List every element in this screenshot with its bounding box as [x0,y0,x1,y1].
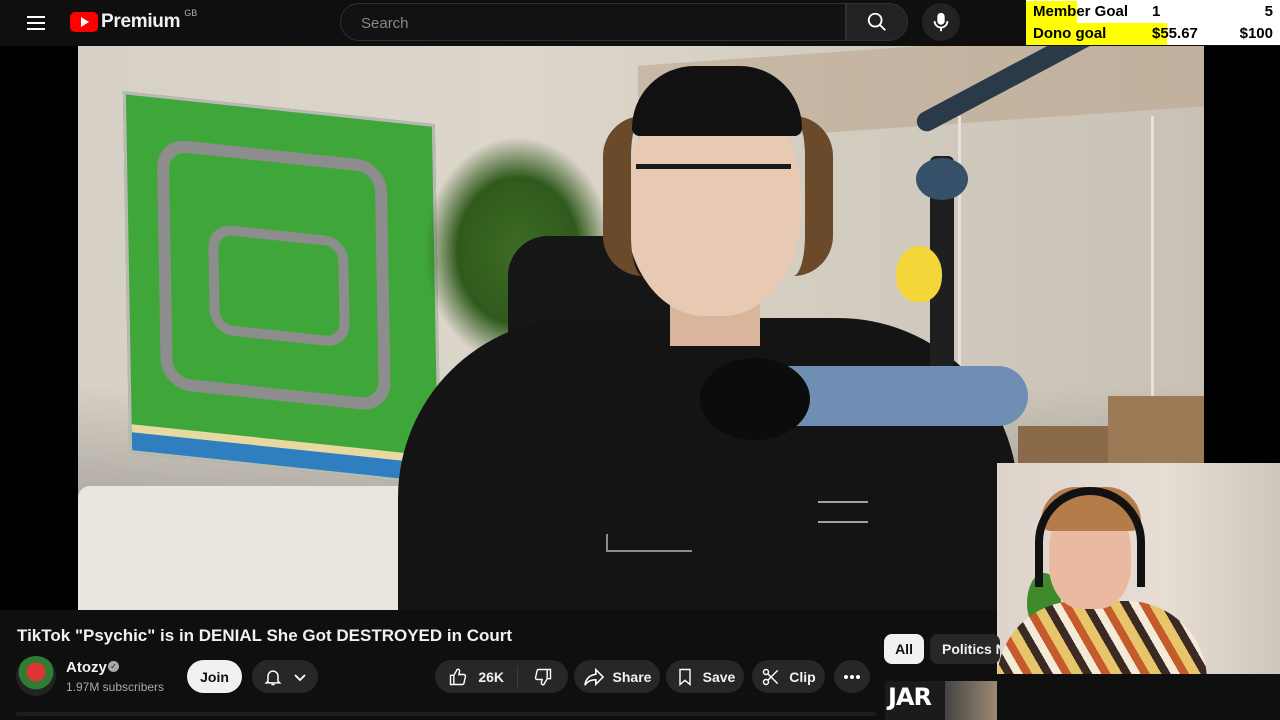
member-goal-current: 1 [1152,3,1161,20]
bell-icon [264,669,282,685]
like-count: 26K [478,668,505,685]
search-input[interactable] [359,4,833,42]
share-icon [583,667,604,686]
like-icon [450,668,467,685]
mic-icon [933,12,949,32]
member-goal-target: 5 [1264,3,1273,20]
stream-goal-overlay: Member Goal 1 5 Dono goal $55.67 $100 [1026,0,1280,45]
video-road-map-rug [122,91,442,486]
chevron-down-icon [294,673,306,681]
verified-icon: ✓ [108,661,119,672]
video-shirt-logo [818,501,868,523]
clip-icon [763,668,779,685]
thumbnail-art [945,681,997,720]
clip-label: Clip [789,668,816,685]
youtube-logo-icon [70,12,98,32]
video-mic-foam [700,358,810,440]
dislike-icon [534,668,552,685]
dono-goal-row: Dono goal $55.67 $100 [1026,23,1280,45]
video-mic-badge [916,158,968,200]
dono-goal-label: Dono goal [1033,25,1107,42]
region-code: GB [184,8,198,18]
search-icon [867,12,886,31]
video-presenter-shirt [398,318,1018,610]
video-shirt-print [606,534,692,552]
dislike-button[interactable] [518,667,568,687]
thumbnail-text: JAR [888,683,932,711]
subscriber-count: 1.97M subscribers [66,680,165,694]
member-goal-row: Member Goal 1 5 [1026,1,1280,23]
video-couch [78,486,438,610]
share-label: Share [612,668,652,685]
video-title: TikTok "Psychic" is in DENIAL She Got DE… [17,626,513,645]
chip-all[interactable]: All [884,634,924,664]
recommended-video-thumbnail[interactable]: JAR [885,681,997,720]
youtube-premium-logo[interactable]: Premium GB [70,8,198,33]
share-button[interactable]: Share [574,660,660,693]
video-rubber-duck [896,246,942,302]
channel-name[interactable]: Atozy [66,659,107,676]
clip-button[interactable]: Clip [752,660,825,693]
chip-politics[interactable]: Politics N [930,634,1000,664]
more-actions-button[interactable] [834,660,870,693]
like-dislike-group: 26K [435,660,568,693]
channel-avatar[interactable] [16,656,56,696]
like-button[interactable]: 26K [435,665,519,688]
menu-icon[interactable] [24,11,48,35]
join-button[interactable]: Join [187,660,242,693]
dono-goal-target: $100 [1239,25,1273,42]
subscription-bell-button[interactable] [252,660,318,693]
search-box [340,3,846,42]
streamer-webcam [997,463,1280,674]
dono-goal-current: $55.67 [1152,25,1198,42]
search-button[interactable] [846,3,908,41]
description-divider [16,712,876,716]
save-icon [678,668,691,686]
logo-text: Premium [101,11,181,32]
video-presenter-glasses [636,164,791,197]
voice-search-button[interactable] [922,3,960,41]
member-goal-label: Member Goal [1033,3,1129,20]
save-label: Save [702,668,736,685]
webcam-headset [1035,487,1145,587]
more-icon [844,674,860,679]
save-button[interactable]: Save [666,660,744,693]
